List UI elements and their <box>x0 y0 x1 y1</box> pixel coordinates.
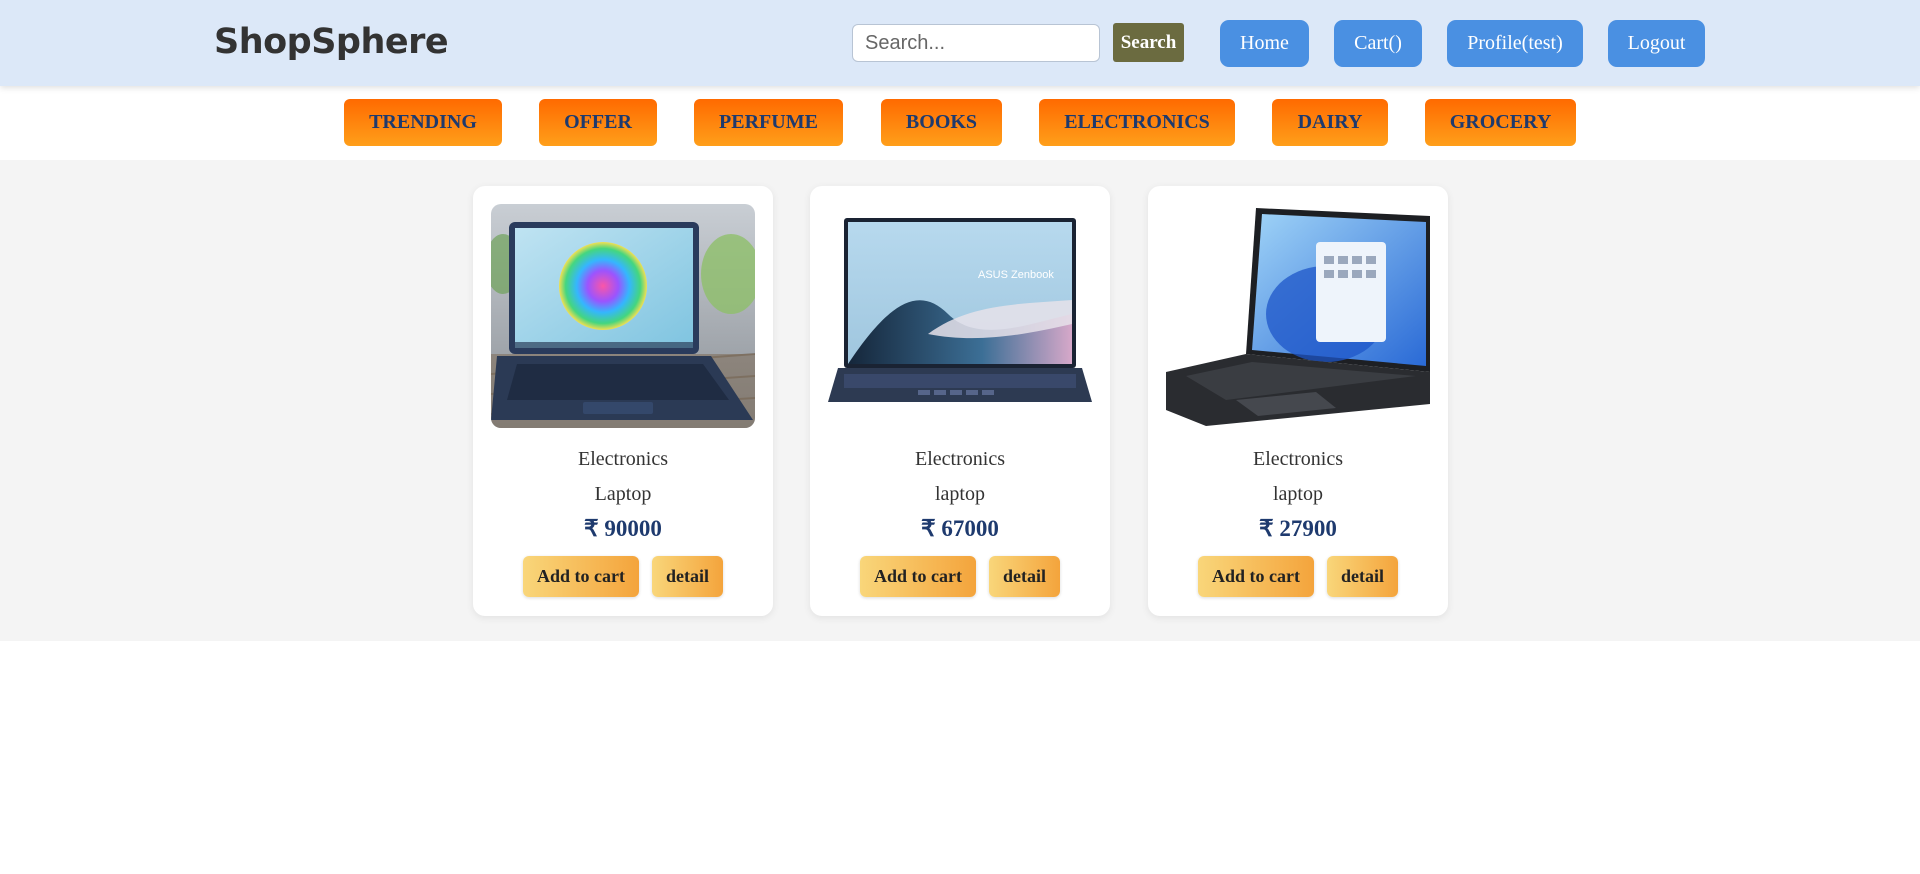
product-name: laptop <box>935 483 985 505</box>
nav-logout-button[interactable]: Logout <box>1608 20 1705 67</box>
product-actions: Add to cart detail <box>1148 556 1448 597</box>
product-category: Electronics <box>578 448 668 470</box>
nav-profile-button[interactable]: Profile(test) <box>1447 20 1583 67</box>
category-grocery-button[interactable]: GROCERY <box>1425 99 1576 146</box>
product-card: Electronics laptop ₹ 27900 Add to cart d… <box>1148 186 1448 616</box>
product-card: ASUS Zenbook Electronics laptop ₹ 67000 … <box>810 186 1110 616</box>
product-name: laptop <box>1273 483 1323 505</box>
category-perfume-button[interactable]: PERFUME <box>694 99 843 146</box>
laptop-image[interactable] <box>491 204 755 428</box>
detail-button[interactable]: detail <box>1327 556 1398 597</box>
category-electronics-button[interactable]: ELECTRONICS <box>1039 99 1235 146</box>
category-dairy-button[interactable]: DAIRY <box>1272 99 1388 146</box>
product-actions: Add to cart detail <box>810 556 1110 597</box>
laptop-image[interactable]: ASUS Zenbook <box>828 204 1092 428</box>
search-input[interactable] <box>852 24 1100 62</box>
product-card: Electronics Laptop ₹ 90000 Add to cart d… <box>473 186 773 616</box>
product-grid: Electronics Laptop ₹ 90000 Add to cart d… <box>0 160 1920 641</box>
add-to-cart-button[interactable]: Add to cart <box>523 556 639 597</box>
nav-home-button[interactable]: Home <box>1220 20 1309 67</box>
laptop-image[interactable] <box>1166 204 1430 428</box>
product-actions: Add to cart detail <box>473 556 773 597</box>
product-name: Laptop <box>594 483 652 505</box>
product-price: ₹ 90000 <box>584 516 662 541</box>
add-to-cart-button[interactable]: Add to cart <box>860 556 976 597</box>
category-bar: TRENDING OFFER PERFUME BOOKS ELECTRONICS… <box>0 86 1920 160</box>
search-button[interactable]: Search <box>1113 23 1184 62</box>
detail-button[interactable]: detail <box>652 556 723 597</box>
detail-button[interactable]: detail <box>989 556 1060 597</box>
add-to-cart-button[interactable]: Add to cart <box>1198 556 1314 597</box>
nav-cart-button[interactable]: Cart() <box>1334 20 1422 67</box>
product-price: ₹ 27900 <box>1259 516 1337 541</box>
image-text: ASUS Zenbook <box>978 269 1054 281</box>
product-category: Electronics <box>915 448 1005 470</box>
category-trending-button[interactable]: TRENDING <box>344 99 502 146</box>
brand-logo[interactable]: ShopSphere <box>214 22 449 62</box>
product-price: ₹ 67000 <box>921 516 999 541</box>
product-category: Electronics <box>1253 448 1343 470</box>
category-books-button[interactable]: BOOKS <box>881 99 1002 146</box>
site-header: ShopSphere Search Home Cart() Profile(te… <box>0 0 1920 86</box>
category-offer-button[interactable]: OFFER <box>539 99 657 146</box>
